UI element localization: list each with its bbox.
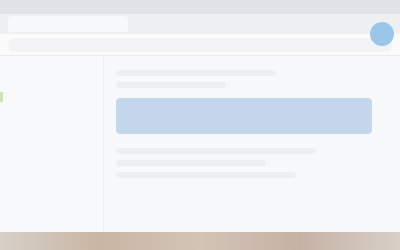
tab-active[interactable] <box>8 16 128 32</box>
content-line <box>116 148 316 154</box>
content-line <box>116 160 266 166</box>
sidebar-item[interactable] <box>8 62 95 78</box>
content-line <box>116 82 226 88</box>
highlighted-panel[interactable] <box>116 98 372 134</box>
profile-avatar[interactable] <box>370 22 394 46</box>
content-line <box>116 70 276 76</box>
app-window <box>0 0 400 232</box>
sidebar-item[interactable] <box>8 128 95 144</box>
address-bar[interactable] <box>8 37 392 52</box>
toolbar <box>0 34 400 56</box>
sidebar-item[interactable] <box>8 84 95 100</box>
sidebar-active-marker <box>0 92 3 102</box>
sidebar-item[interactable] <box>8 106 95 122</box>
sidebar <box>0 56 104 232</box>
tab-strip <box>0 14 400 34</box>
taskbar <box>0 232 400 250</box>
title-bar <box>0 0 400 14</box>
main-content <box>104 56 400 232</box>
content-line <box>116 172 296 178</box>
sidebar-item[interactable] <box>8 150 95 166</box>
